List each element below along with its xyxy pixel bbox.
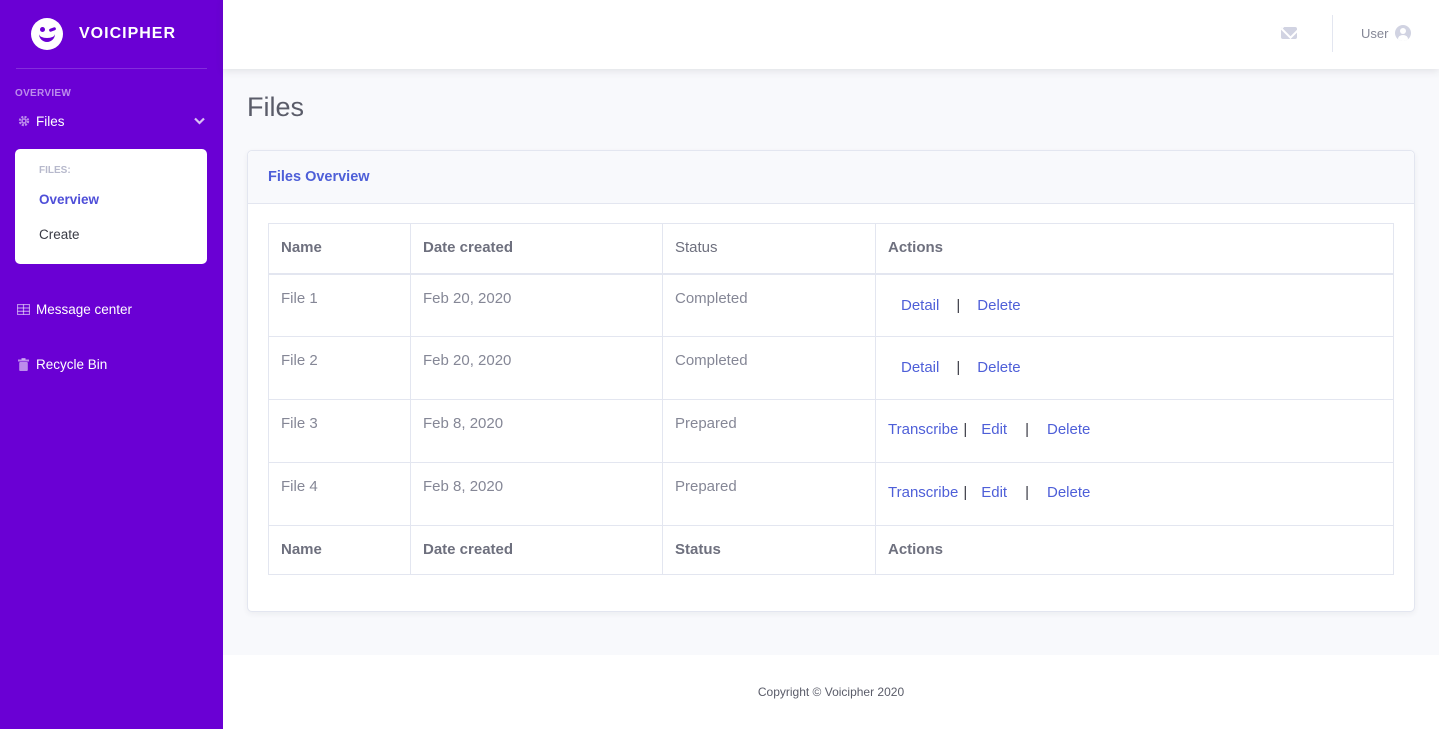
submenu-item-overview[interactable]: Overview bbox=[15, 192, 207, 207]
trash-icon bbox=[17, 358, 30, 371]
gear-icon bbox=[17, 115, 30, 128]
edit-link[interactable]: Edit bbox=[981, 484, 1007, 501]
detail-link[interactable]: Detail bbox=[901, 297, 939, 314]
cell-actions: Transcribe | Edit | Delete bbox=[875, 399, 1394, 463]
column-header-actions: Actions bbox=[875, 223, 1394, 275]
files-overview-card: Files Overview Name Date created Status … bbox=[247, 150, 1415, 612]
copyright-text: Copyright © Voicipher 2020 bbox=[757, 685, 905, 699]
cell-actions: Detail | Delete bbox=[875, 273, 1394, 337]
topbar: User bbox=[223, 0, 1439, 69]
user-name[interactable]: User bbox=[1361, 26, 1388, 41]
card-header: Files Overview bbox=[248, 151, 1414, 204]
sidebar-item-label: Files bbox=[36, 113, 65, 129]
cell-actions: Transcribe | Edit | Delete bbox=[875, 462, 1394, 526]
footer: Copyright © Voicipher 2020 bbox=[223, 655, 1439, 729]
table-header-row: Name Date created Status Actions bbox=[268, 223, 1394, 275]
user-circle-icon[interactable] bbox=[1395, 25, 1411, 41]
cell-name: File 4 bbox=[268, 462, 411, 526]
table-row: File 1 Feb 20, 2020 Completed Detail | Del… bbox=[268, 273, 1394, 337]
sidebar: VOICIPHER OVERVIEW Files FILES: Overview… bbox=[0, 0, 223, 729]
column-footer-name: Name bbox=[268, 525, 411, 575]
table-row: File 3 Feb 8, 2020 Prepared Transcribe | E… bbox=[268, 399, 1394, 463]
table-footer-row: Name Date created Status Actions bbox=[268, 525, 1394, 575]
delete-link[interactable]: Delete bbox=[1047, 421, 1090, 438]
action-separator: | bbox=[956, 296, 961, 314]
sidebar-item-recycle-bin[interactable]: Recycle Bin bbox=[0, 357, 223, 372]
delete-link[interactable]: Delete bbox=[977, 297, 1020, 314]
column-header-status[interactable]: Status bbox=[662, 223, 876, 275]
table-icon bbox=[17, 303, 30, 316]
detail-link[interactable]: Detail bbox=[901, 359, 939, 376]
sidebar-item-files[interactable]: Files bbox=[0, 113, 223, 129]
column-footer-status: Status bbox=[662, 525, 876, 575]
submenu-header: FILES: bbox=[39, 165, 71, 176]
topbar-divider bbox=[1332, 15, 1333, 52]
cell-status: Prepared bbox=[662, 462, 876, 526]
transcribe-link[interactable]: Transcribe bbox=[888, 484, 958, 501]
brand-name: VOICIPHER bbox=[79, 25, 177, 42]
delete-link[interactable]: Delete bbox=[1047, 484, 1090, 501]
column-header-name[interactable]: Name bbox=[268, 223, 411, 275]
page-title: Files bbox=[247, 92, 305, 122]
delete-link[interactable]: Delete bbox=[977, 359, 1020, 376]
card-title: Files Overview bbox=[268, 169, 370, 185]
table-row: File 2 Feb 20, 2020 Completed Detail | Del… bbox=[268, 336, 1394, 400]
cell-date: Feb 8, 2020 bbox=[410, 399, 663, 463]
cell-date: Feb 20, 2020 bbox=[410, 336, 663, 400]
cell-name: File 1 bbox=[268, 273, 411, 337]
sidebar-item-label: Recycle Bin bbox=[36, 357, 108, 372]
edit-link[interactable]: Edit bbox=[981, 421, 1007, 438]
transcribe-link[interactable]: Transcribe bbox=[888, 421, 958, 438]
smiley-wink-icon bbox=[31, 18, 63, 50]
action-separator: | bbox=[1025, 484, 1029, 501]
cell-actions: Detail | Delete bbox=[875, 336, 1394, 400]
action-separator: | bbox=[956, 359, 961, 376]
cell-name: File 2 bbox=[268, 336, 411, 400]
sidebar-item-message-center[interactable]: Message center bbox=[0, 302, 223, 317]
chevron-down-icon bbox=[194, 113, 205, 128]
column-footer-actions: Actions bbox=[875, 525, 1394, 575]
cell-status: Completed bbox=[662, 273, 876, 337]
table-row: File 4 Feb 8, 2020 Prepared Transcribe | E… bbox=[268, 462, 1394, 526]
column-header-date[interactable]: Date created bbox=[410, 223, 663, 275]
action-separator: | bbox=[963, 421, 968, 438]
cell-status: Completed bbox=[662, 336, 876, 400]
action-separator: | bbox=[963, 484, 968, 501]
cell-name: File 3 bbox=[268, 399, 411, 463]
sidebar-heading: OVERVIEW bbox=[15, 88, 72, 99]
brand[interactable]: VOICIPHER bbox=[0, 0, 223, 68]
files-submenu: FILES: Overview Create bbox=[15, 149, 207, 264]
column-footer-date: Date created bbox=[410, 525, 663, 575]
action-separator: | bbox=[1025, 421, 1029, 438]
files-table: Name Date created Status Actions File 1 … bbox=[268, 223, 1394, 575]
cell-date: Feb 8, 2020 bbox=[410, 462, 663, 526]
sidebar-item-label: Message center bbox=[36, 302, 133, 317]
cell-status: Prepared bbox=[662, 399, 876, 463]
cell-date: Feb 20, 2020 bbox=[410, 273, 663, 337]
submenu-item-create[interactable]: Create bbox=[15, 227, 207, 242]
envelope-icon[interactable] bbox=[1281, 27, 1297, 39]
